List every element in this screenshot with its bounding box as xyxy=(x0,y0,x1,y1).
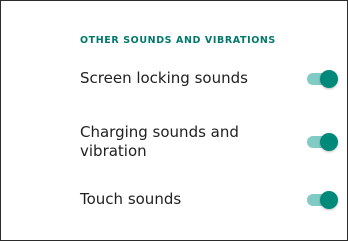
setting-row-touch-sounds[interactable]: Touch sounds xyxy=(1,189,347,215)
setting-row-charging-sounds[interactable]: Charging sounds and vibration xyxy=(1,123,347,163)
charging-sounds-toggle[interactable] xyxy=(304,132,338,152)
toggle-thumb xyxy=(320,191,338,209)
setting-label: Charging sounds and vibration xyxy=(80,123,239,160)
setting-label: Touch sounds xyxy=(80,190,182,208)
screen-locking-sounds-toggle[interactable] xyxy=(304,69,338,89)
toggle-thumb xyxy=(320,70,338,88)
settings-screen: OTHER SOUNDS AND VIBRATIONS Screen locki… xyxy=(0,0,348,241)
toggle-thumb xyxy=(320,133,338,151)
setting-row-screen-locking-sounds[interactable]: Screen locking sounds xyxy=(1,67,347,95)
section-header: OTHER SOUNDS AND VIBRATIONS xyxy=(80,35,276,46)
setting-label: Screen locking sounds xyxy=(80,69,248,87)
touch-sounds-toggle[interactable] xyxy=(304,190,338,210)
